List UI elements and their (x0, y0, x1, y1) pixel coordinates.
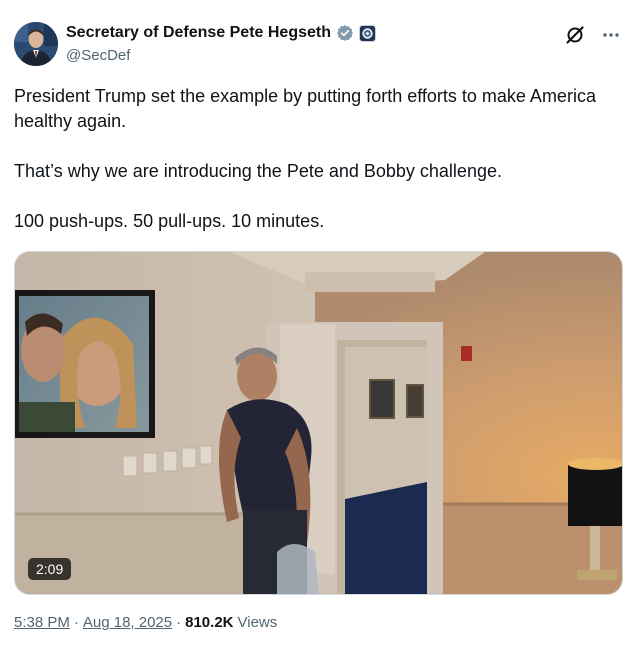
post-paragraph: President Trump set the example by putti… (14, 86, 596, 131)
post-text: President Trump set the example by putti… (14, 84, 614, 234)
more-dots-icon[interactable] (600, 24, 622, 46)
post-paragraph: 100 push-ups. 50 pull-ups. 10 minutes. (14, 211, 325, 231)
post-meta: 5:38 PM · Aug 18, 2025 · 810.2K Views (14, 614, 277, 631)
name-row: Secretary of Defense Pete Hegseth (66, 23, 376, 43)
video-duration-badge: 2:09 (28, 558, 72, 580)
author-info: Secretary of Defense Pete Hegseth @SecDe… (66, 23, 376, 64)
top-actions (564, 24, 622, 46)
views-label: Views (237, 614, 278, 631)
post-date-link[interactable]: Aug 18, 2025 (83, 614, 172, 631)
avatar[interactable] (14, 22, 58, 66)
author-display-name[interactable]: Secretary of Defense Pete Hegseth (66, 24, 331, 42)
grok-icon[interactable] (564, 24, 586, 46)
video-player[interactable]: 2:09 (14, 251, 623, 595)
views-count: 810.2K (185, 614, 234, 631)
post-time-link[interactable]: 5:38 PM (14, 614, 70, 631)
post-card: Secretary of Defense Pete Hegseth @SecDe… (0, 0, 640, 653)
verified-badge-icon[interactable] (336, 24, 354, 42)
department-seal-icon[interactable] (359, 24, 376, 42)
meta-separator: · (73, 614, 79, 631)
video-frame (15, 252, 622, 594)
author-handle[interactable]: @SecDef (66, 47, 376, 64)
post-paragraph: That’s why we are introducing the Pete a… (14, 161, 502, 181)
meta-separator: · (176, 614, 182, 631)
